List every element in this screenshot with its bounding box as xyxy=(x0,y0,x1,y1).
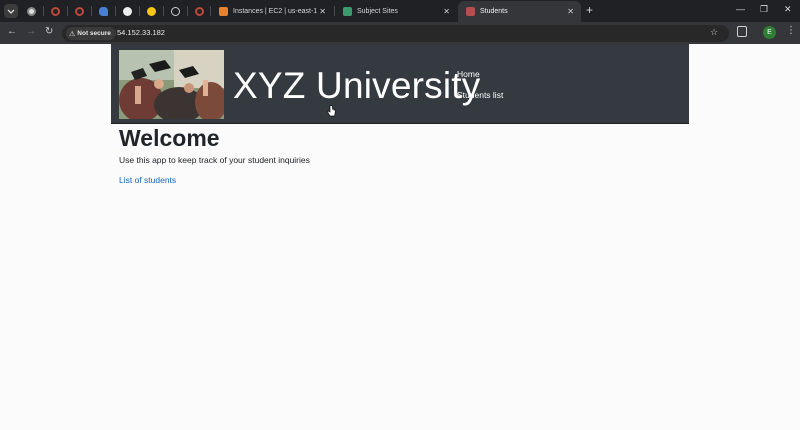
hand-cursor-icon xyxy=(327,105,336,117)
security-chip[interactable]: ⚠ Not secure xyxy=(66,27,116,40)
rocket-icon[interactable] xyxy=(96,4,110,18)
restore-icon[interactable]: ❐ xyxy=(760,4,768,15)
browser-tab-strip: Instances | EC2 | us-east-1 ✕ Subject Si… xyxy=(0,0,800,22)
intro-text: Use this app to keep track of your stude… xyxy=(119,155,310,165)
main-content: Welcome Use this app to keep track of yo… xyxy=(119,124,689,188)
tab-separator xyxy=(115,6,116,16)
list-of-students-link[interactable]: List of students xyxy=(119,175,176,185)
security-label: Not secure xyxy=(77,30,111,37)
tab-students[interactable]: Students ✕ xyxy=(458,1,581,22)
tab-ec2-instances[interactable]: Instances | EC2 | us-east-1 ✕ xyxy=(211,1,333,22)
tab-separator xyxy=(91,6,92,16)
tab-subject-sites[interactable]: Subject Sites ✕ xyxy=(335,1,457,22)
page-title: Welcome xyxy=(119,125,220,151)
forward-icon[interactable]: → xyxy=(26,26,36,37)
profile-avatar[interactable]: E xyxy=(763,26,776,39)
url-text[interactable]: 54.152.33.182 xyxy=(117,28,165,37)
site-favicon-icon xyxy=(466,7,475,16)
new-tab-icon[interactable]: + xyxy=(586,3,593,17)
tab-separator xyxy=(139,6,140,16)
browser-toolbar: ← → ↻ ⚠ Not secure 54.152.33.182 ☆ E ⋮ xyxy=(0,22,800,44)
github-icon[interactable] xyxy=(120,4,134,18)
site-header: XYZ University Home Students list xyxy=(111,44,689,124)
sites-icon xyxy=(343,7,352,16)
back-icon[interactable]: ← xyxy=(7,26,17,37)
target-icon[interactable] xyxy=(72,4,86,18)
bookmark-star-icon[interactable]: ☆ xyxy=(710,27,718,38)
tab-close-icon[interactable]: ✕ xyxy=(319,7,326,16)
extensions-icon[interactable] xyxy=(737,26,747,37)
minimize-icon[interactable]: — xyxy=(736,4,745,14)
site-brand[interactable]: XYZ University xyxy=(233,65,480,107)
globe-icon[interactable] xyxy=(168,4,182,18)
close-window-icon[interactable]: ✕ xyxy=(784,4,792,15)
target-icon[interactable] xyxy=(192,4,206,18)
reload-icon[interactable]: ↻ xyxy=(45,26,53,37)
nav-students-list[interactable]: Students list xyxy=(457,90,503,100)
chrome-icon[interactable] xyxy=(24,4,38,18)
warning-icon: ⚠ xyxy=(69,30,76,38)
more-menu-icon[interactable]: ⋮ xyxy=(786,25,796,36)
bitmoji-icon[interactable] xyxy=(144,4,158,18)
tab-separator xyxy=(163,6,164,16)
target-icon[interactable] xyxy=(48,4,62,18)
aws-ec2-icon xyxy=(219,7,228,16)
graduation-photo xyxy=(119,50,224,119)
tab-close-icon[interactable]: ✕ xyxy=(443,7,450,16)
tab-title: Instances | EC2 | us-east-1 xyxy=(233,8,318,15)
nav-home[interactable]: Home xyxy=(457,69,480,79)
tab-separator xyxy=(67,6,68,16)
tab-close-icon[interactable]: ✕ xyxy=(567,7,574,16)
tab-search-button[interactable] xyxy=(4,4,18,18)
address-bar[interactable]: ⚠ Not secure 54.152.33.182 ☆ xyxy=(62,25,729,42)
tab-title: Students xyxy=(480,8,508,15)
tab-separator xyxy=(187,6,188,16)
tab-title: Subject Sites xyxy=(357,8,398,15)
tab-separator xyxy=(43,6,44,16)
